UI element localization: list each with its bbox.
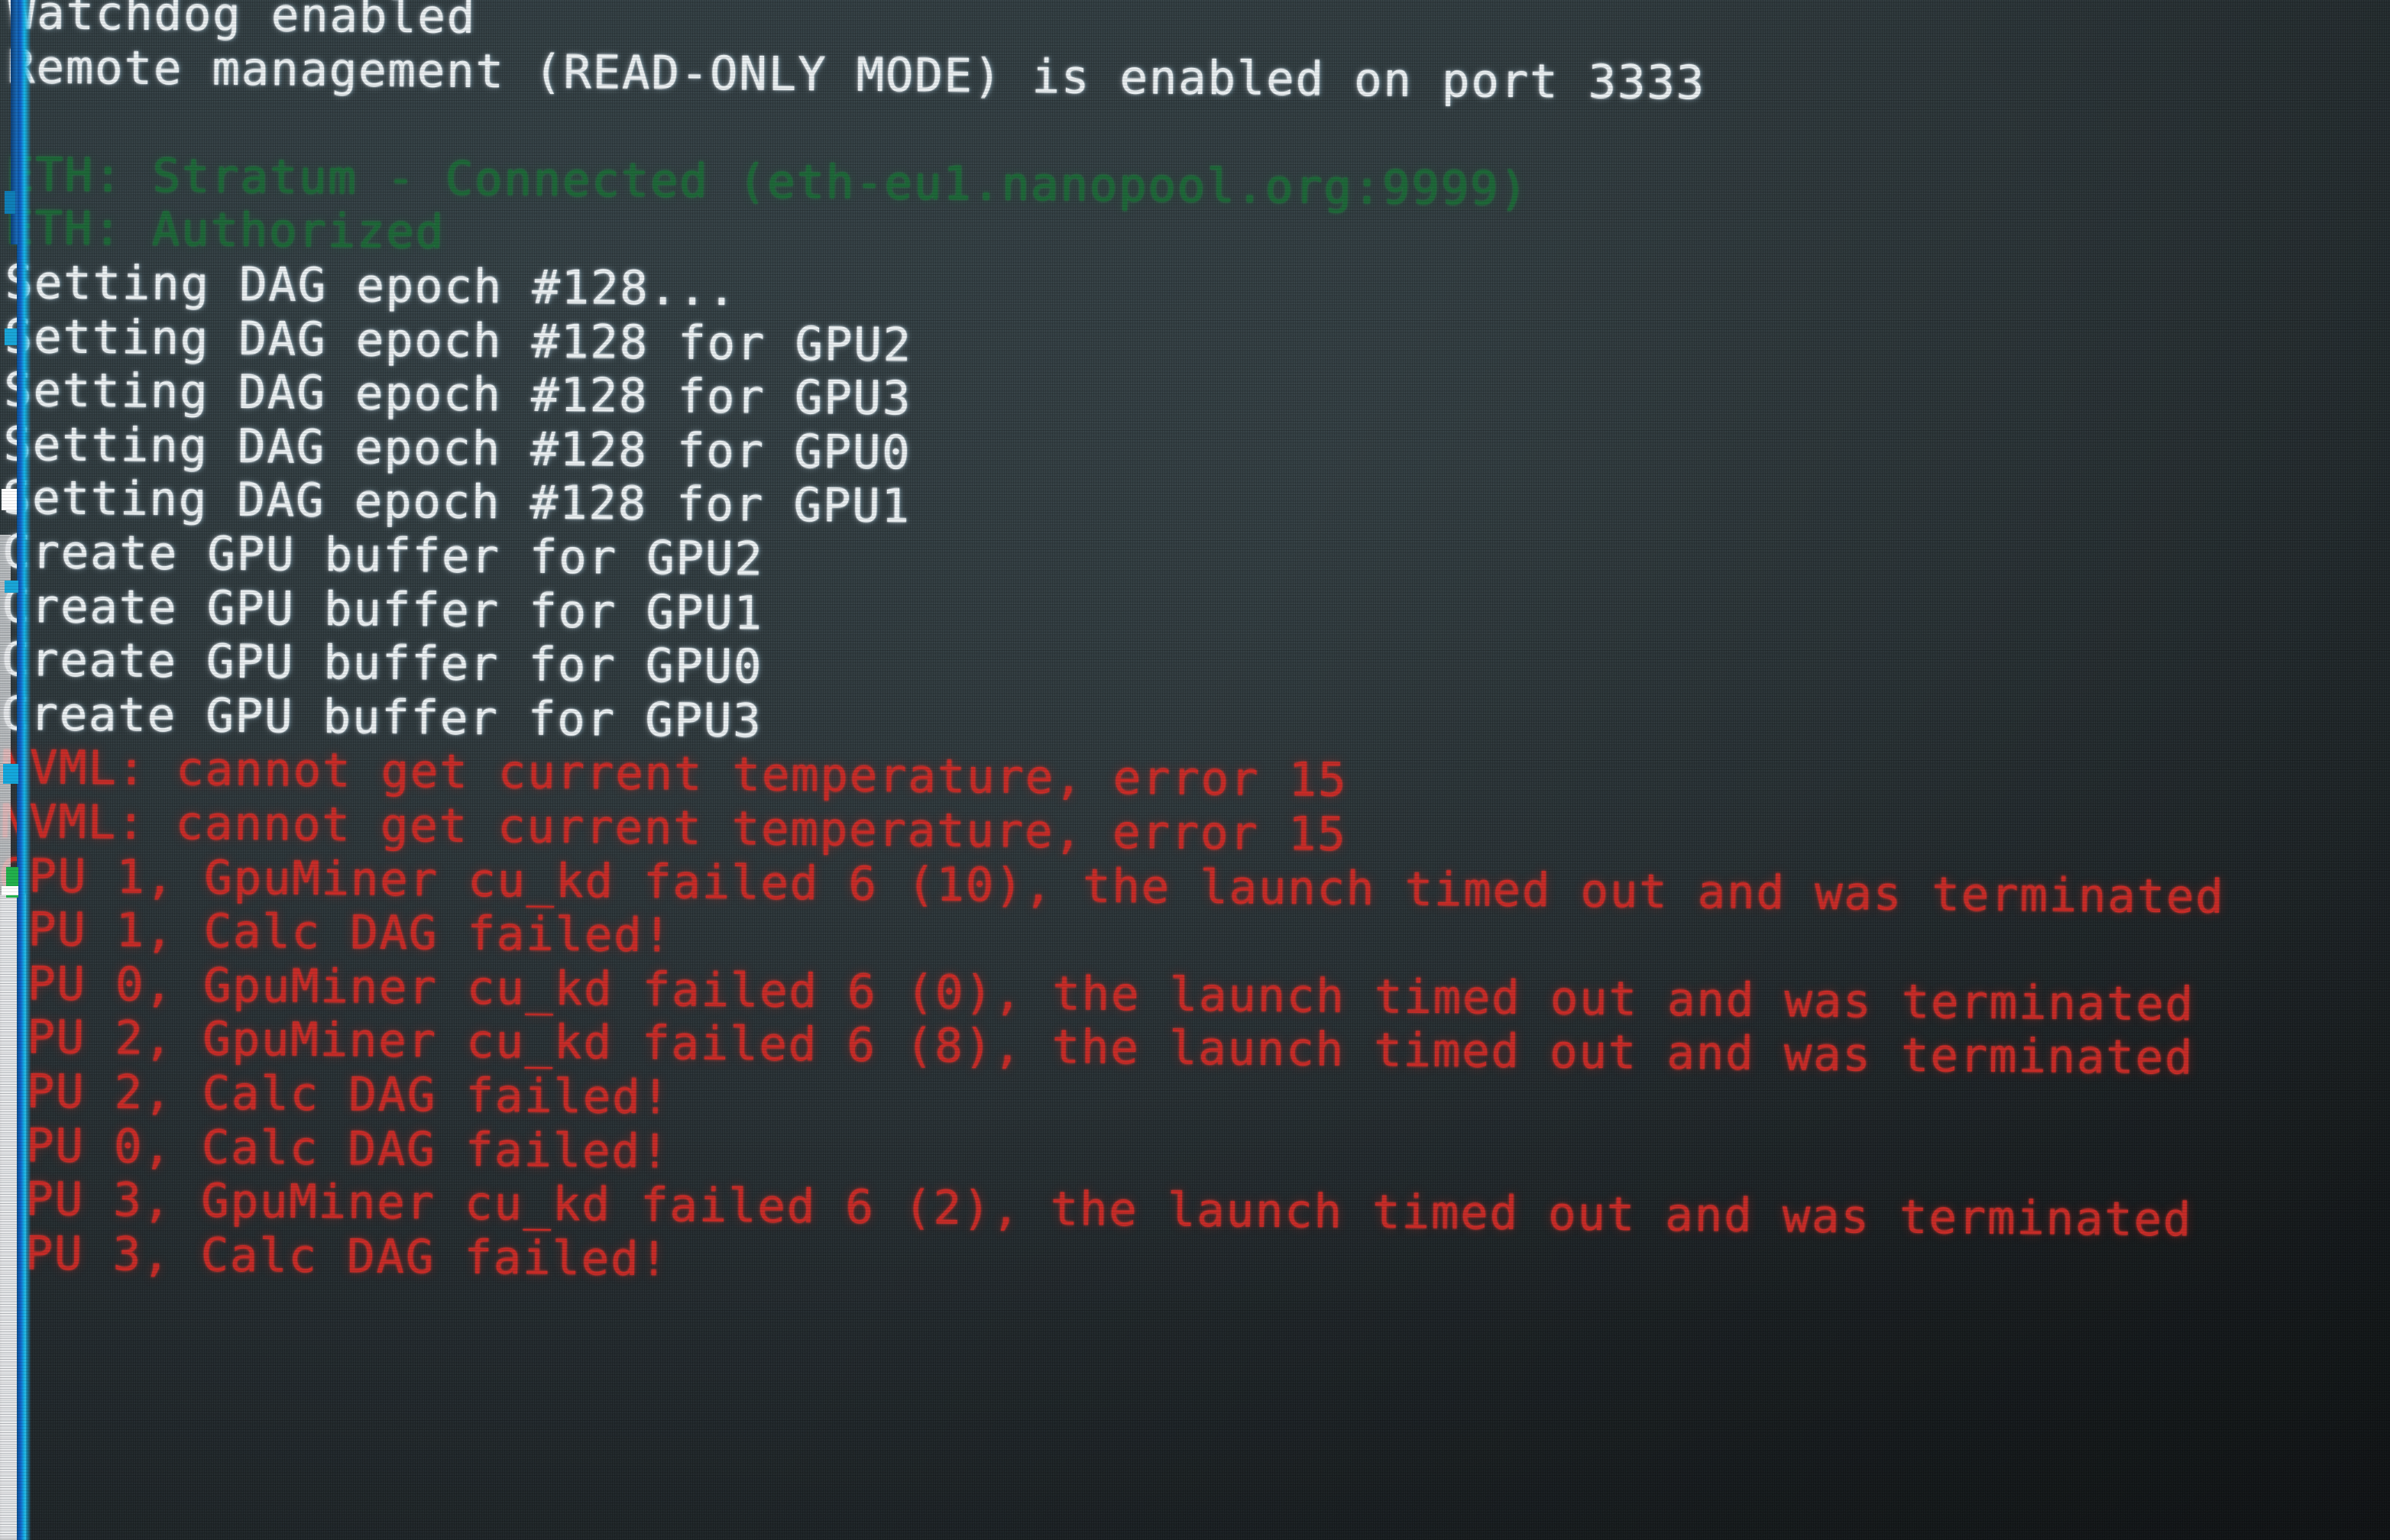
console-line-gpu1-dag: GPU 1, Calc DAG failed! [0, 902, 673, 963]
console-line-dag-gpu0: Setting DAG epoch #128 for GPU0 [3, 416, 912, 480]
console-line-dag-gpu1: Setting DAG epoch #128 for GPU1 [2, 471, 912, 534]
edge-artifact-cyan-4 [5, 191, 15, 214]
console-line-watchdog: Watchdog enabled [7, 0, 477, 44]
console-output[interactable]: Watchdog enabled Remote management (READ-… [0, 0, 2390, 1540]
console-line-nvml-2: NVML: cannot get current temperature, er… [0, 794, 1347, 862]
console-line-buf-gpu3: Create GPU buffer for GPU3 [0, 686, 763, 749]
window-border-glow [24, 0, 31, 1540]
edge-artifact-cyan-2 [5, 581, 18, 593]
terminal-screen-photo: Watchdog enabled Remote management (READ-… [0, 0, 2390, 1540]
console-line-dag-gpu2: Setting DAG epoch #128 for GPU2 [4, 309, 913, 373]
console-line-gpu2-dag: GPU 2, Calc DAG failed! [0, 1064, 672, 1125]
console-line-gpu0-dag: GPU 0, Calc DAG failed! [0, 1118, 671, 1179]
console-line-eth-authorized: ETH: Authorized [5, 201, 445, 260]
console-line-buf-gpu0: Create GPU buffer for GPU0 [1, 632, 763, 694]
console-line-dag-gpu3: Setting DAG epoch #128 for GPU3 [3, 363, 912, 426]
console-line-dag-epoch: Setting DAG epoch #128... [5, 255, 737, 317]
console-line-buf-gpu2: Create GPU buffer for GPU2 [2, 525, 764, 587]
console-line-remote-mgmt: Remote management (READ-ONLY MODE) is en… [6, 39, 1706, 111]
console-line-nvml-1: NVML: cannot get current temperature, er… [0, 740, 1348, 808]
edge-artifact-white-1 [2, 489, 17, 510]
console-line-gpu3-dag: GPU 3, Calc DAG failed! [0, 1225, 670, 1287]
window-left-edge [0, 0, 44, 1540]
console-line-buf-gpu1: Create GPU buffer for GPU1 [2, 578, 764, 641]
edge-artifact-cyan-1 [5, 328, 17, 345]
edge-artifact-white-2 [2, 886, 18, 895]
edge-artifact-cyan-3 [3, 764, 18, 784]
